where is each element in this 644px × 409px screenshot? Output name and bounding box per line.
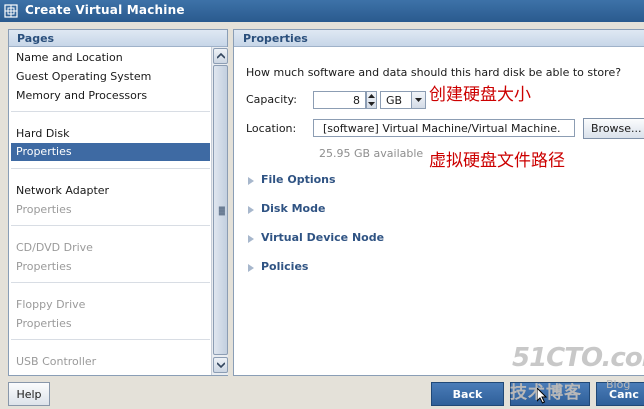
capacity-input[interactable]: 8 [313, 91, 366, 109]
capacity-stepper[interactable] [366, 91, 377, 109]
location-input[interactable]: [software] Virtual Machine/Virtual Machi… [313, 119, 575, 137]
pages-pane: Pages Name and Location Guest Operating … [8, 29, 228, 376]
scroll-down-button[interactable] [213, 357, 228, 373]
increment-button[interactable] [367, 92, 376, 100]
page-guest-operating-system[interactable]: Guest Operating System [11, 68, 210, 86]
pages-scrollbar[interactable]: ▬ ▬ ▬ [211, 47, 228, 375]
group-separator [11, 168, 210, 169]
pages-header: Pages [9, 30, 227, 47]
help-button[interactable]: Help [8, 382, 50, 406]
watermark-site: 51CTO.com [512, 343, 644, 373]
properties-header: Properties [234, 30, 644, 47]
watermark-blog: Blog [606, 378, 631, 391]
capacity-label: Capacity: [246, 93, 297, 106]
back-button[interactable]: Back [431, 382, 504, 406]
available-space: 25.95 GB available [319, 147, 424, 160]
capacity-question: How much software and data should this h… [246, 66, 622, 79]
grip-icon: ▬ ▬ ▬ [218, 203, 226, 218]
group-separator [11, 282, 210, 283]
page-usb-controller[interactable]: USB Controller [11, 353, 210, 371]
page-floppy-drive-properties[interactable]: Properties [11, 315, 210, 333]
group-separator [11, 339, 210, 340]
expand-arrow-icon [248, 206, 254, 214]
decrement-button[interactable] [367, 100, 376, 108]
location-label: Location: [246, 122, 297, 135]
chevron-up-icon [217, 53, 225, 59]
pages-list: Name and Location Guest Operating System… [9, 47, 211, 375]
arrow-up-icon [368, 94, 375, 98]
section-disk-mode[interactable]: Disk Mode [248, 202, 368, 218]
mouse-cursor-icon [537, 388, 548, 404]
page-name-and-location[interactable]: Name and Location [11, 49, 210, 67]
window-title: Create Virtual Machine [25, 3, 185, 17]
section-label: Virtual Device Node [261, 231, 385, 244]
location-annotation: 虚拟硬盘文件路径 [429, 151, 565, 171]
section-label: File Options [261, 173, 336, 186]
capacity-unit-value: GB [386, 94, 403, 107]
page-hard-disk[interactable]: Hard Disk [11, 125, 210, 143]
expand-arrow-icon [248, 235, 254, 243]
section-label: Policies [261, 260, 309, 273]
group-separator [11, 111, 210, 112]
chevron-down-icon [217, 362, 225, 368]
section-label: Disk Mode [261, 202, 326, 215]
page-network-adapter[interactable]: Network Adapter [11, 182, 210, 200]
dropdown-button[interactable] [411, 92, 425, 108]
vm-window-icon [4, 4, 18, 18]
page-memory-and-processors[interactable]: Memory and Processors [11, 87, 210, 105]
group-separator [11, 225, 210, 226]
expand-arrow-icon [248, 264, 254, 272]
chevron-down-icon [415, 98, 422, 102]
section-virtual-device-node[interactable]: Virtual Device Node [248, 231, 408, 247]
browse-button[interactable]: Browse... [583, 118, 644, 139]
page-network-adapter-properties[interactable]: Properties [11, 201, 210, 219]
page-hard-disk-properties[interactable]: Properties [11, 143, 210, 161]
page-floppy-drive[interactable]: Floppy Drive [11, 296, 210, 314]
capacity-unit-select[interactable]: GB [380, 91, 426, 109]
arrow-down-icon [368, 102, 375, 106]
page-cd-dvd-drive[interactable]: CD/DVD Drive [11, 239, 210, 257]
section-policies[interactable]: Policies [248, 260, 368, 276]
expand-arrow-icon [248, 177, 254, 185]
capacity-annotation: 创建硬盘大小 [429, 85, 531, 105]
section-file-options[interactable]: File Options [248, 173, 368, 189]
scroll-up-button[interactable] [213, 48, 228, 64]
title-bar: Create Virtual Machine [0, 0, 644, 22]
scroll-thumb[interactable]: ▬ ▬ ▬ [213, 65, 228, 355]
page-cd-dvd-drive-properties[interactable]: Properties [11, 258, 210, 276]
